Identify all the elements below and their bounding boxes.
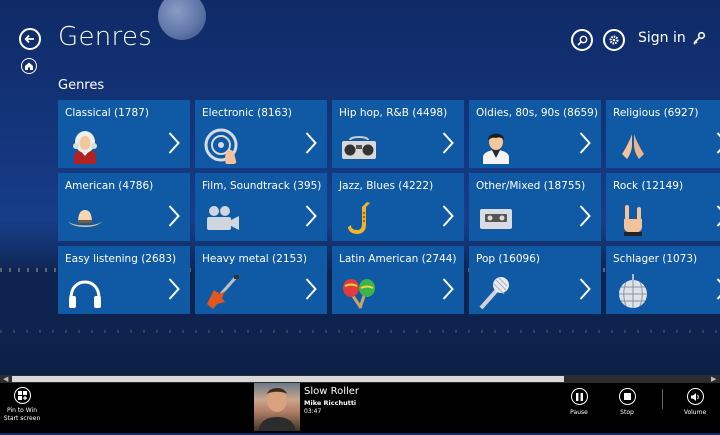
genre-tile-electronic[interactable]: Electronic (8163) <box>195 100 327 168</box>
now-playing-artist: Mike Ricchutti <box>304 399 357 407</box>
tile-label: Rock (12149) <box>613 180 684 192</box>
chevron-right-icon <box>168 205 180 227</box>
scrollbar-thumb[interactable] <box>12 376 564 382</box>
now-playing-time: 03:47 <box>304 408 322 415</box>
tile-label: Film, Soundtrack (395) <box>202 180 322 192</box>
tile-label: Schlager (1073) <box>613 253 698 265</box>
pause-button[interactable]: Pause <box>559 388 599 416</box>
stop-button[interactable]: Stop <box>607 388 647 416</box>
genre-tile-pop[interactable]: Pop (16096) <box>469 246 601 314</box>
tile-label: Oldies, 80s, 90s (8659) <box>476 107 598 119</box>
genre-tile-hip-hop[interactable]: Hip hop, R&B (4498) <box>332 100 464 168</box>
tile-label: Electronic (8163) <box>202 107 293 119</box>
home-icon <box>25 62 33 70</box>
gear-icon <box>609 35 619 45</box>
search-icon <box>576 35 587 46</box>
now-playing-title: Slow Roller <box>304 386 360 397</box>
chevron-right-icon <box>168 132 180 154</box>
genre-tile-classical[interactable]: Classical (1787) <box>58 100 190 168</box>
tile-label: Classical (1787) <box>65 107 149 119</box>
chevron-right-icon <box>579 278 591 300</box>
electric-guitar-icon <box>207 275 239 309</box>
tile-label: Religious (6927) <box>613 107 699 119</box>
chevron-right-icon <box>168 278 180 300</box>
composer-icon <box>73 131 97 164</box>
chevron-right-icon <box>579 132 591 154</box>
volume-button[interactable]: Volume <box>675 388 715 416</box>
genre-tile-oldies[interactable]: Oldies, 80s, 90s (8659) <box>469 100 601 168</box>
chevron-right-icon <box>305 205 317 227</box>
genre-tile-schlager[interactable]: Schlager (1073) <box>606 246 720 314</box>
tile-label: American (4786) <box>65 180 154 192</box>
chevron-right-icon <box>305 278 317 300</box>
chevron-right-icon <box>442 132 454 154</box>
elvis-icon <box>483 133 509 164</box>
back-arrow-icon <box>24 34 34 44</box>
chevron-right-icon <box>716 278 720 300</box>
genre-tile-american[interactable]: American (4786) <box>58 173 190 241</box>
pin-label: Pin to Win Start screen <box>3 407 41 422</box>
cowboy-hat-icon <box>68 210 102 227</box>
page-title: Genres <box>58 22 153 52</box>
chevron-right-icon <box>442 205 454 227</box>
pin-icon <box>13 387 31 404</box>
microphone-icon <box>479 277 509 310</box>
sign-in-label: Sign in <box>638 30 686 46</box>
genre-tile-latin-american[interactable]: Latin American (2744) <box>332 246 464 314</box>
chevron-right-icon <box>579 205 591 227</box>
section-heading: Genres <box>58 78 105 93</box>
tile-label: Other/Mixed (18755) <box>476 180 586 192</box>
volume-label: Volume <box>683 409 707 416</box>
cassette-icon <box>480 209 512 229</box>
chevron-right-icon <box>716 205 720 227</box>
tile-label: Latin American (2744) <box>339 253 457 265</box>
pin-to-start-button[interactable]: Pin to Win Start screen <box>0 387 44 423</box>
tile-label: Hip hop, R&B (4498) <box>339 107 448 119</box>
pause-label: Pause <box>570 409 588 416</box>
praying-hands-icon <box>622 134 644 159</box>
boombox-icon <box>342 136 376 159</box>
chevron-right-icon <box>305 132 317 154</box>
volume-icon <box>686 388 704 405</box>
genre-tile-rock[interactable]: Rock (12149) <box>606 173 720 241</box>
scroll-right-arrow-icon[interactable]: ▶ <box>711 375 716 383</box>
disco-ball-icon <box>619 274 647 308</box>
saxophone-icon <box>348 202 370 234</box>
home-button[interactable] <box>21 58 37 74</box>
genre-tile-jazz-blues[interactable]: Jazz, Blues (4222) <box>332 173 464 241</box>
genre-tile-religious[interactable]: Religious (6927) <box>606 100 720 168</box>
sign-in-link[interactable]: Sign in <box>638 30 706 46</box>
settings-button[interactable] <box>603 29 625 51</box>
genre-tile-easy-listening[interactable]: Easy listening (2683) <box>58 246 190 314</box>
turntable-icon <box>204 128 238 164</box>
headphones-icon <box>69 280 101 308</box>
tile-label: Easy listening (2683) <box>65 253 177 265</box>
scroll-left-arrow-icon[interactable]: ◀ <box>3 375 8 383</box>
rock-hand-icon <box>624 205 642 236</box>
genre-tile-heavy-metal[interactable]: Heavy metal (2153) <box>195 246 327 314</box>
tile-label: Jazz, Blues (4222) <box>339 180 434 192</box>
background-moon <box>158 0 206 40</box>
appbar-divider <box>662 389 663 409</box>
stop-icon <box>618 388 636 405</box>
background-city-lights-lower <box>0 330 720 333</box>
chevron-right-icon <box>716 132 720 154</box>
album-art <box>254 383 300 431</box>
genre-tile-film-soundtrack[interactable]: Film, Soundtrack (395) <box>195 173 327 241</box>
genre-grid: Classical (1787) Electronic (8163) Hip h… <box>58 100 720 315</box>
search-button[interactable] <box>571 29 593 51</box>
film-camera-icon <box>207 206 239 230</box>
back-button[interactable] <box>19 28 41 50</box>
genre-tile-other-mixed[interactable]: Other/Mixed (18755) <box>469 173 601 241</box>
chevron-right-icon <box>442 278 454 300</box>
stop-label: Stop <box>620 409 634 416</box>
tile-label: Pop (16096) <box>476 253 540 265</box>
tile-label: Heavy metal (2153) <box>202 253 307 265</box>
key-icon <box>693 31 705 45</box>
maracas-icon <box>343 279 375 309</box>
pause-icon <box>570 388 588 405</box>
